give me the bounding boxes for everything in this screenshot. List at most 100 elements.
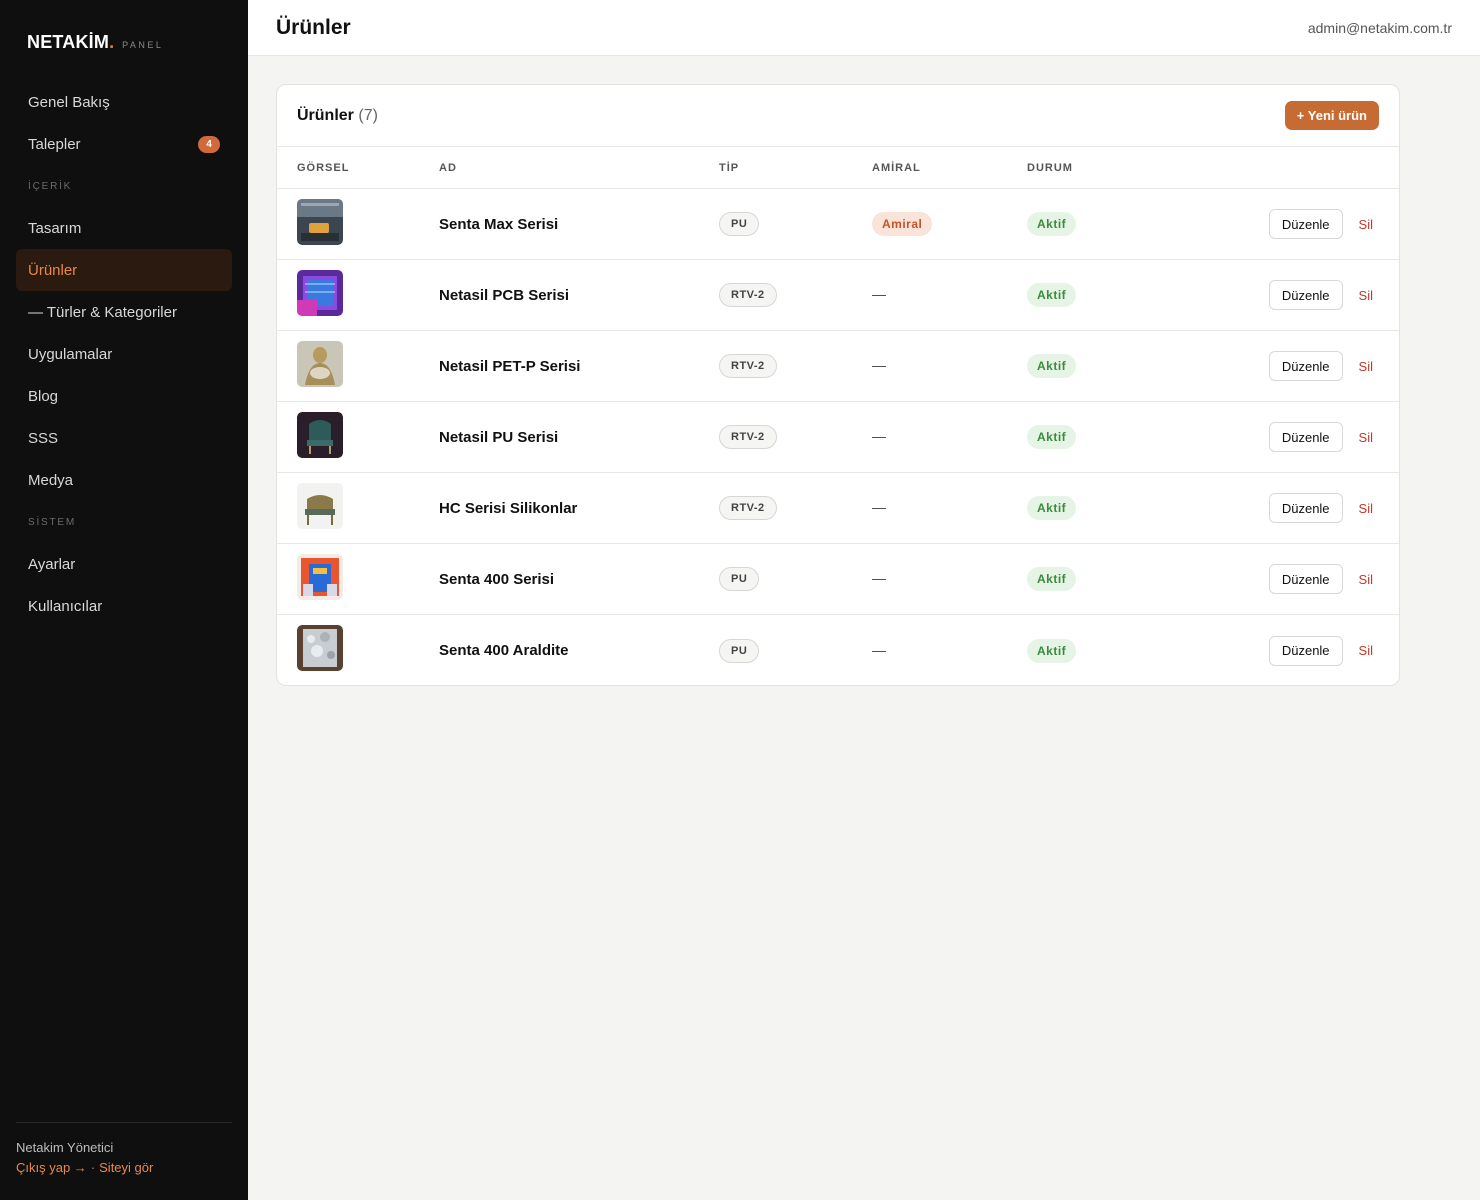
brand-name: NETAKİM — [27, 32, 110, 52]
table-row: Senta 400 Araldite PU — Aktif Düzenle Sil — [277, 615, 1399, 685]
column-header-image: GÖRSEL — [297, 161, 350, 174]
sidebar-item-label: Ayarlar — [28, 555, 76, 573]
delete-link[interactable]: Sil — [1359, 217, 1373, 232]
product-name: Netasil PET-P Serisi — [439, 357, 581, 375]
sidebar-item-kullanicilar[interactable]: Kullanıcılar — [16, 585, 232, 627]
sidebar-item-uygulamalar[interactable]: Uygulamalar — [16, 333, 232, 375]
table-body: Senta Max Serisi PU Amiral Aktif Düzenle… — [277, 189, 1399, 685]
delete-link[interactable]: Sil — [1359, 501, 1373, 516]
user-email: admin@netakim.com.tr — [1307, 19, 1452, 36]
sidebar-item-label: SSS — [28, 429, 59, 447]
edit-button[interactable]: Düzenle — [1268, 422, 1343, 452]
delete-link[interactable]: Sil — [1359, 572, 1373, 587]
talepler-count-badge: 4 — [198, 135, 220, 153]
card-title-text: Ürünler — [297, 106, 354, 124]
view-site-link[interactable]: Siteyi gör — [99, 1160, 153, 1175]
edit-button[interactable]: Düzenle — [1268, 564, 1343, 594]
flagship-empty: — — [872, 499, 886, 515]
type-badge: RTV-2 — [719, 496, 777, 520]
status-badge: Aktif — [1027, 212, 1077, 236]
product-name: Netasil PU Serisi — [439, 428, 559, 446]
product-thumbnail — [297, 553, 343, 600]
delete-link[interactable]: Sil — [1359, 643, 1373, 658]
flagship-empty: — — [872, 286, 886, 302]
sidebar-item-label: Kullanıcılar — [28, 597, 103, 615]
table-row: Senta Max Serisi PU Amiral Aktif Düzenle… — [277, 189, 1399, 260]
product-thumbnail — [297, 198, 343, 245]
product-name: Senta Max Serisi — [439, 215, 559, 233]
column-header-type: TİP — [719, 161, 740, 174]
table-row: Netasil PU Serisi RTV-2 — Aktif Düzenle S… — [277, 402, 1399, 473]
sidebar-item-label: Ürünler — [28, 261, 78, 279]
sidebar-section-sistem: SİSTEM — [28, 516, 77, 528]
sidebar-item-sss[interactable]: SSS — [16, 417, 232, 459]
sidebar-item-label: Blog — [28, 387, 59, 405]
type-badge: RTV-2 — [719, 354, 777, 378]
edit-button[interactable]: Düzenle — [1268, 635, 1343, 666]
sidebar-item-label: — Türler & Kategoriler — [28, 303, 177, 321]
edit-button[interactable]: Düzenle — [1268, 209, 1343, 239]
product-thumbnail — [297, 340, 343, 387]
type-badge: PU — [719, 638, 760, 663]
sidebar-item-genel-bakis[interactable]: Genel Bakış — [16, 81, 232, 123]
flagship-empty: — — [872, 357, 886, 373]
sidebar-item-talepler[interactable]: Talepler 4 — [16, 123, 232, 165]
current-user-name: Netakim Yönetici — [16, 1140, 114, 1155]
product-count: (7) — [358, 106, 378, 124]
type-badge: RTV-2 — [719, 283, 777, 307]
sidebar-item-tasarim[interactable]: Tasarım — [16, 207, 232, 249]
card-header: Ürünler (7) + Yeni ürün — [277, 85, 1399, 147]
new-product-button[interactable]: + Yeni ürün — [1284, 101, 1379, 130]
brand-logo[interactable]: NETAKİM . PANEL — [27, 32, 163, 53]
edit-button[interactable]: Düzenle — [1268, 493, 1343, 523]
sidebar-item-turler-kategoriler[interactable]: — Türler & Kategoriler — [16, 291, 232, 333]
sidebar-item-medya[interactable]: Medya — [16, 459, 232, 501]
sidebar-item-label: Medya — [28, 471, 74, 489]
product-name: Senta 400 Serisi — [439, 570, 555, 588]
status-badge: Aktif — [1027, 283, 1077, 307]
product-thumbnail — [297, 269, 343, 316]
edit-button[interactable]: Düzenle — [1268, 351, 1343, 381]
table-row: Senta 400 Serisi PU — Aktif Düzenle Sil — [277, 544, 1399, 615]
products-card: Ürünler (7) + Yeni ürün GÖRSEL AD TİP AM… — [276, 84, 1400, 686]
logout-link[interactable]: Çıkış yap → — [16, 1160, 87, 1175]
product-thumbnail — [297, 625, 343, 671]
delete-link[interactable]: Sil — [1359, 359, 1373, 374]
delete-link[interactable]: Sil — [1359, 288, 1373, 303]
edit-button[interactable]: Düzenle — [1268, 280, 1343, 310]
flagship-badge: Amiral — [872, 212, 933, 236]
brand-dot: . — [109, 32, 115, 52]
sidebar-item-urunler[interactable]: Ürünler — [16, 249, 232, 291]
flagship-empty: — — [872, 641, 886, 658]
status-badge: Aktif — [1027, 496, 1077, 520]
product-name: Senta 400 Araldite — [439, 642, 569, 659]
flagship-empty: — — [872, 570, 886, 586]
sidebar-item-label: Tasarım — [28, 219, 82, 237]
table-header: GÖRSEL AD TİP AMİRAL DURUM — [277, 147, 1399, 189]
page-title: Ürünler — [276, 15, 351, 39]
sidebar: NETAKİM . PANEL Genel Bakış Talepler 4 İ… — [0, 0, 248, 1200]
table-row: Netasil PET-P Serisi RTV-2 — Aktif Düzen… — [277, 331, 1399, 402]
sidebar-item-label: Talepler — [28, 135, 81, 153]
type-badge: RTV-2 — [719, 425, 777, 449]
product-name: HC Serisi Silikonlar — [439, 499, 578, 517]
flagship-empty: — — [872, 428, 886, 444]
product-thumbnail — [297, 482, 343, 529]
column-header-status: DURUM — [1027, 161, 1073, 174]
sidebar-item-label: Uygulamalar — [28, 345, 113, 363]
table-row: Netasil PCB Serisi RTV-2 — Aktif Düzenle… — [277, 260, 1399, 331]
footer-separator: · — [90, 1160, 96, 1175]
status-badge: Aktif — [1027, 638, 1077, 663]
column-header-flag: AMİRAL — [872, 161, 921, 174]
topbar: Ürünler admin@netakim.com.tr — [248, 0, 1480, 56]
card-title: Ürünler (7) — [297, 107, 378, 125]
status-badge: Aktif — [1027, 354, 1077, 378]
delete-link[interactable]: Sil — [1359, 430, 1373, 445]
sidebar-item-blog[interactable]: Blog — [16, 375, 232, 417]
sidebar-item-ayarlar[interactable]: Ayarlar — [16, 543, 232, 585]
sidebar-section-icerik: İÇERİK — [28, 180, 73, 192]
type-badge: PU — [719, 567, 760, 591]
footer-links: Çıkış yap → · Siteyi gör — [16, 1160, 232, 1175]
sidebar-nav: Genel Bakış Talepler 4 İÇERİK Tasarım Ür… — [16, 81, 232, 627]
sidebar-item-label: Genel Bakış — [28, 93, 110, 111]
